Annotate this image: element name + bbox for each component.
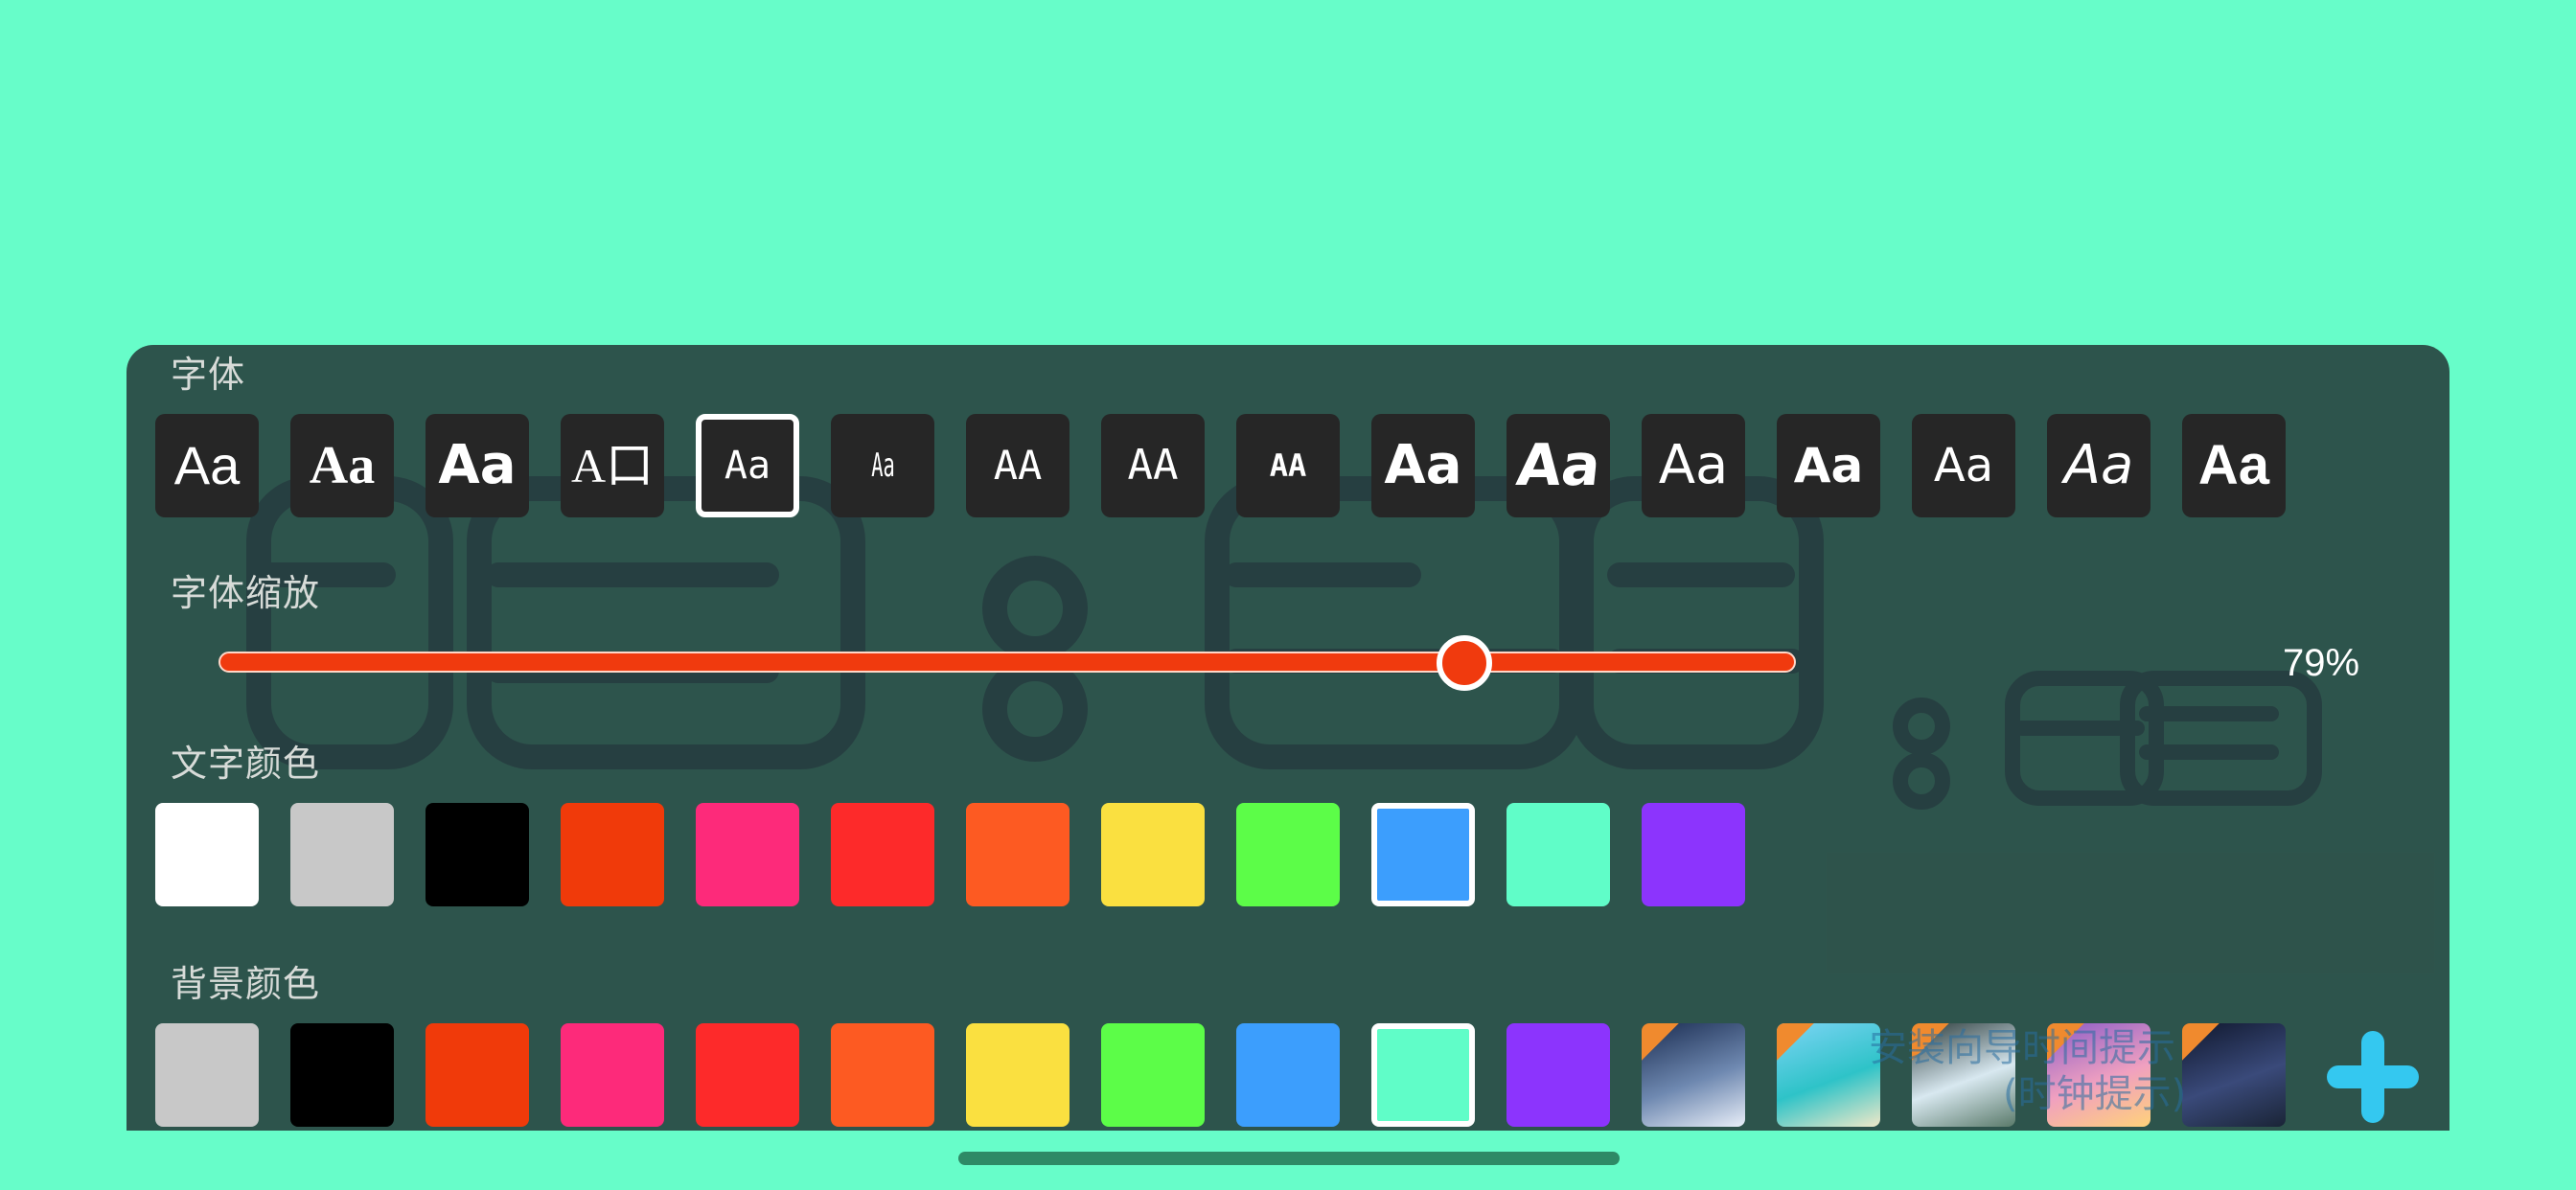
font-option-glyph: Aa xyxy=(1384,434,1462,496)
background-color-swatch[interactable] xyxy=(1236,1023,1340,1127)
font-option-glyph: Aa xyxy=(1512,432,1604,499)
font-option-tile[interactable]: Aa xyxy=(1506,414,1610,517)
font-option-tile[interactable]: AA xyxy=(1101,414,1205,517)
font-option-tile[interactable]: Aa xyxy=(1371,414,1475,517)
background-color-swatch[interactable] xyxy=(966,1023,1070,1127)
text-color-swatch[interactable] xyxy=(155,803,259,906)
text-color-swatch[interactable] xyxy=(426,803,529,906)
font-option-tile[interactable]: AA xyxy=(966,414,1070,517)
font-option-glyph: Aa xyxy=(309,436,376,495)
font-option-tile[interactable]: Aa xyxy=(1912,414,2015,517)
font-option-glyph: Aa xyxy=(173,435,241,495)
font-tile-row: Aa Aa Aa A口 Aa Aa AA AA AA Aa Aa Aa Aa Aa Aa Aa xyxy=(155,414,2286,517)
font-option-tile[interactable]: Aa xyxy=(1642,414,1745,517)
font-option-tile[interactable]: Aa xyxy=(2182,414,2286,517)
text-color-swatch[interactable] xyxy=(966,803,1070,906)
font-option-glyph: A口 xyxy=(570,439,655,492)
font-option-glyph: Aa xyxy=(870,446,895,485)
text-color-swatch-row xyxy=(155,803,1745,906)
font-section-label: 字体 xyxy=(171,354,246,396)
background-color-swatch[interactable] xyxy=(155,1023,259,1127)
font-option-glyph: Aa xyxy=(2197,434,2270,496)
font-option-tile[interactable]: Aa xyxy=(2047,414,2150,517)
font-scale-slider-track[interactable] xyxy=(218,652,1796,673)
background-color-swatch[interactable] xyxy=(561,1023,664,1127)
font-scale-label: 字体缩放 xyxy=(171,572,321,614)
font-option-tile[interactable]: Aa xyxy=(426,414,529,517)
text-color-swatch[interactable] xyxy=(1642,803,1745,906)
font-option-glyph: Aa xyxy=(724,444,771,488)
font-option-tile[interactable]: Aa xyxy=(831,414,934,517)
font-option-tile[interactable]: Aa xyxy=(1777,414,1880,517)
font-option-tile[interactable]: AA xyxy=(1236,414,1340,517)
plus-icon xyxy=(2327,1031,2419,1123)
font-scale-slider-thumb[interactable] xyxy=(1437,635,1493,691)
background-color-swatch[interactable] xyxy=(1506,1023,1610,1127)
background-color-swatch[interactable] xyxy=(1371,1023,1475,1127)
font-option-glyph: Aa xyxy=(2063,434,2134,496)
font-option-tile[interactable]: A口 xyxy=(561,414,664,517)
font-scale-value: 79% xyxy=(2283,642,2360,684)
background-color-swatch[interactable] xyxy=(290,1023,394,1127)
background-color-swatch[interactable] xyxy=(831,1023,934,1127)
background-color-swatch[interactable] xyxy=(1101,1023,1205,1127)
text-color-swatch[interactable] xyxy=(1236,803,1340,906)
text-color-swatch[interactable] xyxy=(696,803,799,906)
text-color-swatch[interactable] xyxy=(1101,803,1205,906)
font-option-glyph: AA xyxy=(1269,447,1307,484)
background-color-swatch[interactable] xyxy=(426,1023,529,1127)
background-color-swatch[interactable] xyxy=(696,1023,799,1127)
text-color-swatch[interactable] xyxy=(1371,803,1475,906)
background-image-swatch-snowy-mountain-night[interactable] xyxy=(1642,1023,1745,1127)
settings-panel: 字体 Aa Aa Aa A口 Aa Aa AA AA AA Aa Aa Aa Aa Aa Aa Aa 字体缩放… xyxy=(126,345,2450,1131)
font-option-glyph: Aa xyxy=(438,434,517,496)
font-option-tile[interactable]: Aa xyxy=(155,414,259,517)
font-option-glyph: Aa xyxy=(1658,434,1729,496)
font-option-tile[interactable]: Aa xyxy=(290,414,394,517)
photo-badge-icon xyxy=(1777,1023,1821,1064)
font-option-tile[interactable]: Aa xyxy=(696,414,799,517)
add-button[interactable] xyxy=(2327,1031,2419,1123)
font-option-glyph: Aa xyxy=(1933,439,1994,492)
home-indicator[interactable] xyxy=(958,1152,1620,1165)
promo-line-1: 安装向导时间提示 xyxy=(1869,1026,2175,1070)
promo-text: 安装向导时间提示 (时钟提示) xyxy=(1869,1025,2367,1117)
text-color-swatch[interactable] xyxy=(1506,803,1610,906)
promo-line-2: (时钟提示) xyxy=(2003,1072,2187,1116)
text-color-swatch[interactable] xyxy=(831,803,934,906)
photo-badge-icon xyxy=(1642,1023,1686,1064)
font-option-glyph: Aa xyxy=(1793,438,1864,493)
background-image-swatch-tropical-beach[interactable] xyxy=(1777,1023,1880,1127)
text-color-label: 文字颜色 xyxy=(171,743,321,785)
text-color-swatch[interactable] xyxy=(290,803,394,906)
text-color-swatch[interactable] xyxy=(561,803,664,906)
font-option-glyph: AA xyxy=(993,442,1043,489)
background-color-label: 背景颜色 xyxy=(171,963,321,1005)
font-option-glyph: AA xyxy=(1127,441,1179,490)
